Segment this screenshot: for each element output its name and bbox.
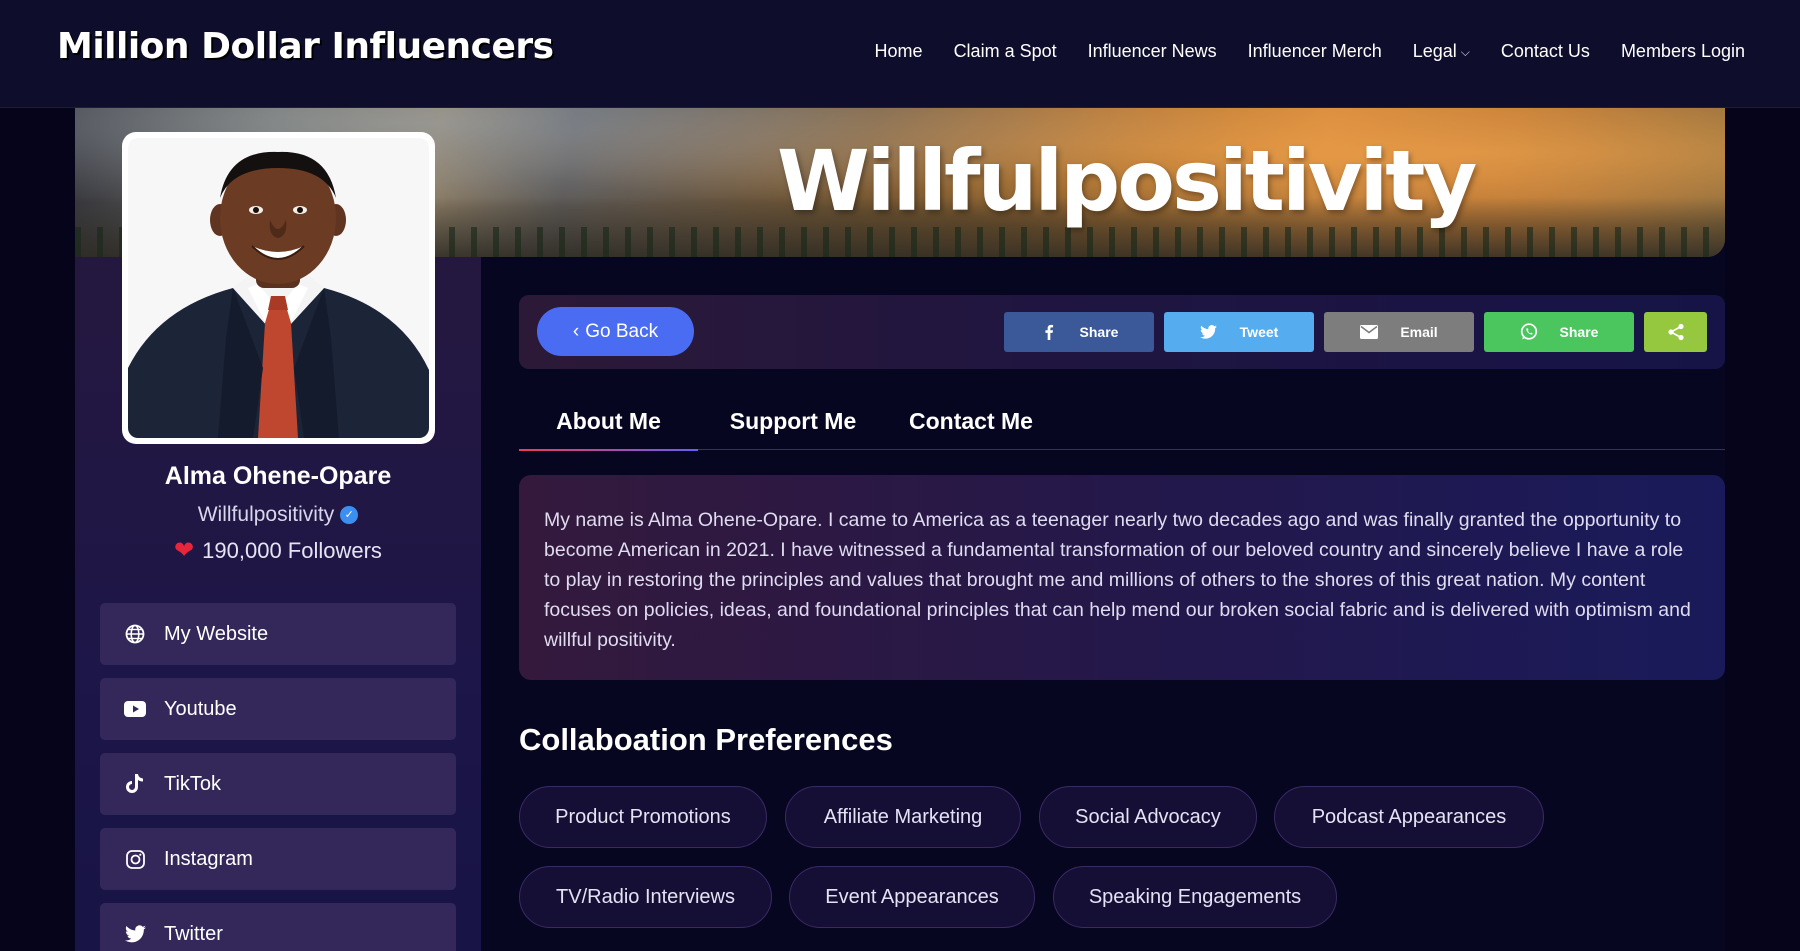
collab-chip: Podcast Appearances	[1274, 786, 1544, 848]
follower-count: ❤ 190,000 Followers	[75, 538, 481, 564]
youtube-icon	[124, 698, 146, 720]
email-icon	[1360, 323, 1379, 341]
collab-chip: Product Promotions	[519, 786, 767, 848]
social-link-website[interactable]: My Website	[100, 603, 456, 665]
collaboration-title: Collaboation Preferences	[519, 722, 893, 757]
avatar-photo	[128, 138, 429, 438]
facebook-share-button[interactable]: Share	[1004, 312, 1154, 352]
profile-tabs: About Me Support Me Contact Me	[519, 408, 1725, 451]
email-share-button[interactable]: Email	[1324, 312, 1474, 352]
go-back-button[interactable]: ‹ Go Back	[537, 307, 694, 356]
social-link-label: My Website	[164, 622, 269, 645]
globe-icon	[124, 623, 146, 645]
share-button-label: Tweet	[1239, 324, 1279, 340]
go-back-label: Go Back	[585, 320, 659, 342]
share-button-label: Share	[1559, 324, 1599, 340]
nav-contact-us[interactable]: Contact Us	[1501, 41, 1590, 62]
collab-chip: TV/Radio Interviews	[519, 866, 772, 928]
nav-legal[interactable]: Legal ⌵	[1413, 41, 1470, 62]
social-link-twitter[interactable]: Twitter	[100, 903, 456, 951]
chevron-down-icon: ⌵	[1460, 45, 1470, 59]
follower-count-text: 190,000 Followers	[202, 538, 382, 563]
more-share-button[interactable]	[1644, 312, 1707, 352]
collab-chip: Speaking Engagements	[1053, 866, 1337, 928]
share-button-label: Share	[1079, 324, 1119, 340]
social-link-label: Youtube	[164, 697, 237, 720]
banner-title: Willfulpositivity	[777, 132, 1477, 230]
collab-chip: Social Advocacy	[1039, 786, 1257, 848]
heart-icon: ❤	[174, 537, 195, 564]
tab-about-me[interactable]: About Me	[519, 408, 698, 451]
top-nav: Million Dollar Influencers Home Claim a …	[0, 0, 1800, 108]
profile-handle: Willfulpositivity ✓	[75, 503, 481, 527]
nav-influencer-merch[interactable]: Influencer Merch	[1248, 41, 1382, 62]
social-link-label: Instagram	[164, 847, 253, 870]
share-icon	[1667, 323, 1685, 341]
twitter-icon	[1200, 323, 1218, 341]
tab-support-me[interactable]: Support Me	[715, 408, 871, 450]
nav-links: Home Claim a Spot Influencer News Influe…	[875, 41, 1745, 62]
social-link-instagram[interactable]: Instagram	[100, 828, 456, 890]
social-link-tiktok[interactable]: TikTok	[100, 753, 456, 815]
nav-legal-label: Legal	[1412, 41, 1457, 61]
profile-handle-text: Willfulpositivity	[197, 503, 335, 526]
nav-claim-a-spot[interactable]: Claim a Spot	[954, 41, 1057, 62]
twitter-share-button[interactable]: Tweet	[1164, 312, 1314, 352]
profile-page: Million Dollar Influencers Home Claim a …	[0, 0, 1800, 951]
portrait-illustration	[128, 138, 429, 438]
collab-chip: Affiliate Marketing	[785, 786, 1021, 848]
nav-home[interactable]: Home	[875, 41, 923, 62]
tiktok-icon	[124, 773, 146, 795]
collab-chip: Event Appearances	[789, 866, 1035, 928]
social-link-youtube[interactable]: Youtube	[100, 678, 456, 740]
whatsapp-icon	[1520, 323, 1538, 341]
twitter-icon	[124, 923, 146, 945]
about-me-text: My name is Alma Ohene-Opare. I came to A…	[544, 509, 1691, 651]
brand-logo[interactable]: Million Dollar Influencers	[57, 26, 554, 67]
social-link-label: Twitter	[164, 922, 223, 945]
instagram-icon	[124, 848, 146, 870]
avatar	[122, 132, 435, 444]
about-me-panel: My name is Alma Ohene-Opare. I came to A…	[519, 475, 1725, 680]
social-links: My Website Youtube TikTok Instagram Twit…	[100, 603, 456, 951]
whatsapp-share-button[interactable]: Share	[1484, 312, 1634, 352]
nav-members-login[interactable]: Members Login	[1621, 41, 1745, 62]
chevron-left-icon: ‹	[572, 320, 580, 342]
verified-badge-icon: ✓	[340, 506, 359, 524]
social-link-label: TikTok	[164, 772, 222, 795]
tab-contact-me[interactable]: Contact Me	[889, 408, 1053, 450]
profile-name: Alma Ohene-Opare	[164, 462, 392, 490]
facebook-icon	[1040, 323, 1058, 341]
share-button-label: Email	[1400, 324, 1438, 340]
nav-influencer-news[interactable]: Influencer News	[1088, 41, 1217, 62]
